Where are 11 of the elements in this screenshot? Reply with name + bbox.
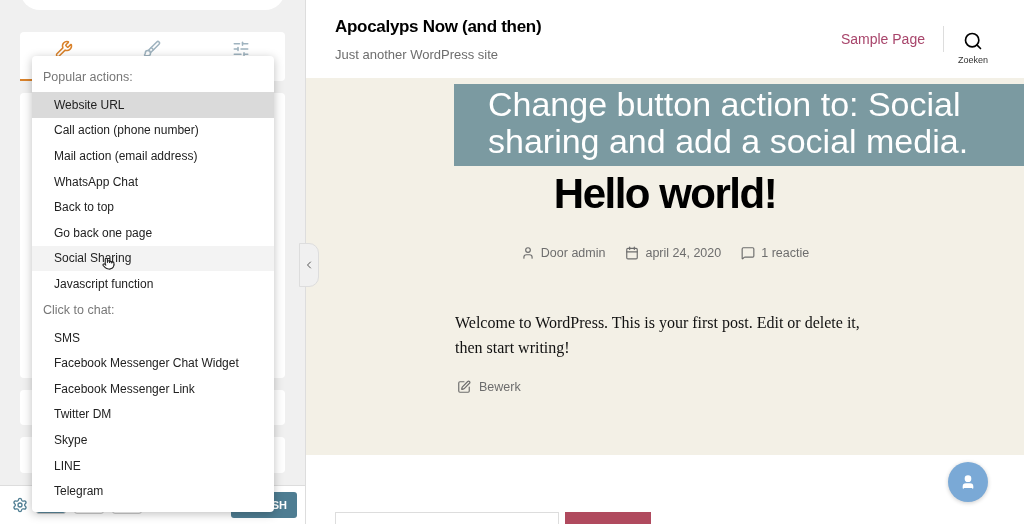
group-title: Popular actions: bbox=[42, 69, 134, 86]
group-title: Click to chat: bbox=[42, 301, 116, 319]
site-tagline: Just another WordPress site bbox=[335, 46, 500, 62]
meta-text: Door admin bbox=[540, 246, 606, 260]
meta-text: april 24, 2020 bbox=[645, 246, 722, 260]
meta-text: 1 reactie bbox=[761, 246, 810, 260]
edit-text: Bewerk bbox=[479, 380, 521, 394]
caption-overlay: Change button action to: Social sharing and add a social media. bbox=[454, 84, 1024, 166]
post-title: Hello world! bbox=[553, 170, 777, 218]
post-body: Welcome to WordPress. This is your first post. Edit or delete it, then start writing! bbox=[455, 313, 861, 359]
search-label: Zoeken bbox=[957, 55, 988, 65]
